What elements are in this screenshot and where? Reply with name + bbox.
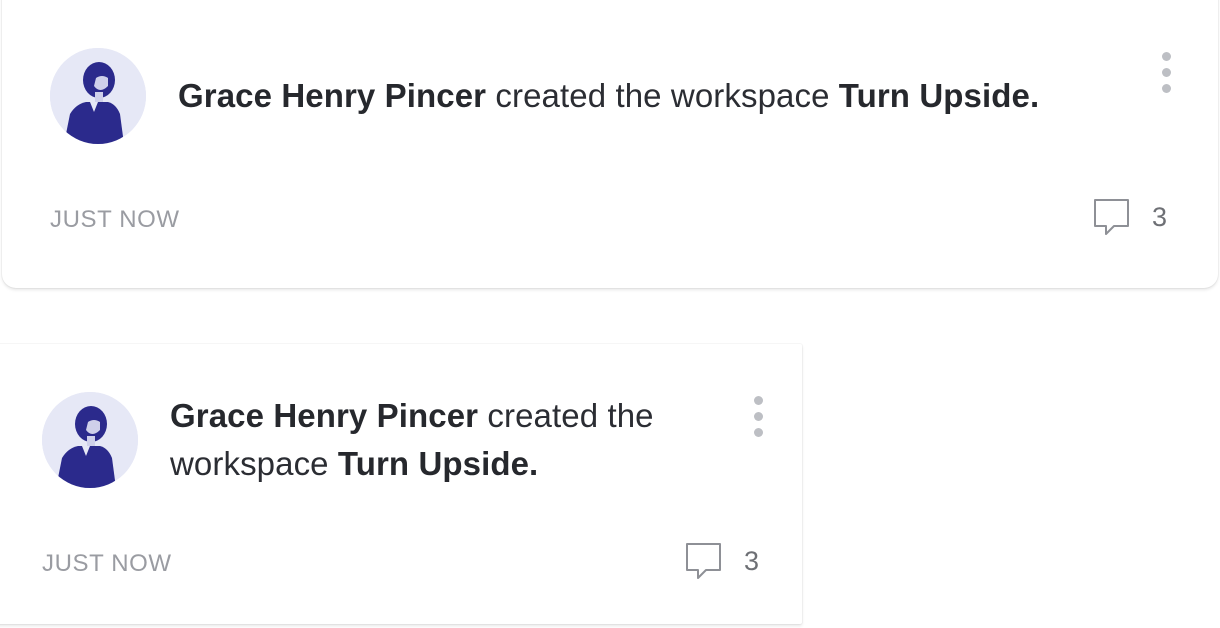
workspace-name[interactable]: Turn Upside. [338, 445, 538, 482]
author-name[interactable]: Grace Henry Pincer [170, 397, 478, 434]
activity-action: created the workspace [486, 77, 839, 114]
user-photo-icon [50, 48, 146, 144]
activity-feed: Grace Henry Pincer created the workspace… [0, 0, 1220, 628]
comment-icon[interactable] [684, 542, 724, 582]
comment-icon[interactable] [1092, 198, 1132, 238]
activity-message: Grace Henry Pincer created the workspace… [178, 72, 1039, 120]
dot [1162, 52, 1171, 61]
dot [1162, 68, 1171, 77]
activity-message: Grace Henry Pincer created the workspace… [170, 392, 710, 488]
dot [754, 428, 763, 437]
activity-card: Grace Henry Pincer created the workspace… [2, 0, 1218, 288]
more-options-button[interactable] [1158, 52, 1174, 94]
timestamp: JUST NOW [50, 206, 180, 233]
author-name[interactable]: Grace Henry Pincer [178, 77, 486, 114]
activity-card: Grace Henry Pincer created the workspace… [0, 344, 802, 624]
avatar[interactable] [42, 392, 138, 488]
comment-count: 3 [1152, 202, 1168, 232]
dot [754, 412, 763, 421]
comment-count: 3 [744, 546, 760, 576]
workspace-name[interactable]: Turn Upside. [839, 77, 1039, 114]
dot [1162, 84, 1171, 93]
dot [754, 396, 763, 405]
user-photo-icon [42, 392, 138, 488]
more-options-button[interactable] [750, 396, 766, 438]
avatar[interactable] [50, 48, 146, 144]
timestamp: JUST NOW [42, 550, 172, 577]
